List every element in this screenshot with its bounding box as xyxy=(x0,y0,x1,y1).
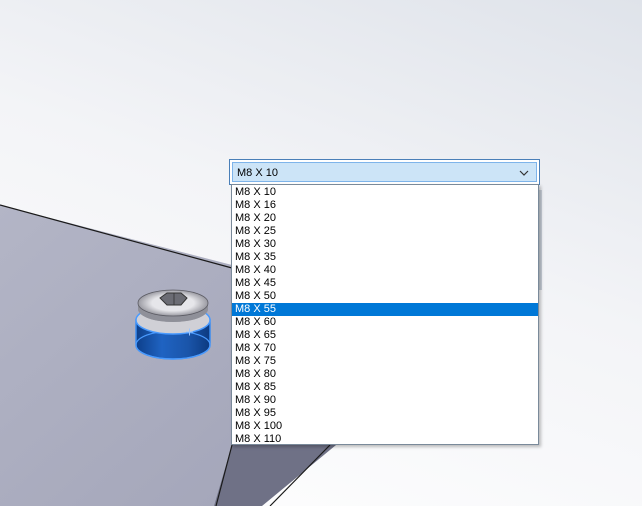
size-dropdown-list[interactable]: M8 X 10 M8 X 16 M8 X 20 M8 X 25 M8 X 30 M8 X … xyxy=(231,184,539,445)
list-item[interactable]: M8 X 35 xyxy=(232,251,538,264)
list-item-selected[interactable]: M8 X 55 xyxy=(232,303,538,316)
size-combobox[interactable]: M8 X 10 xyxy=(229,159,540,185)
list-item[interactable]: M8 X 85 xyxy=(232,381,538,394)
combobox-field[interactable]: M8 X 10 xyxy=(232,162,537,182)
list-item[interactable]: M8 X 95 xyxy=(232,407,538,420)
list-item[interactable]: M8 X 75 xyxy=(232,355,538,368)
graphics-viewport[interactable]: M8 X 10 M8 X 10 M8 X 16 M8 X 20 M8 X 25 M8 X… xyxy=(0,0,642,506)
list-item[interactable]: M8 X 20 xyxy=(232,212,538,225)
list-item[interactable]: M8 X 25 xyxy=(232,225,538,238)
list-item[interactable]: M8 X 100 xyxy=(232,420,538,433)
list-item[interactable]: M8 X 80 xyxy=(232,368,538,381)
list-item[interactable]: M8 X 30 xyxy=(232,238,538,251)
list-item[interactable]: M8 X 40 xyxy=(232,264,538,277)
list-item[interactable]: M8 X 70 xyxy=(232,342,538,355)
plate-side-face xyxy=(214,445,336,506)
list-item[interactable]: M8 X 90 xyxy=(232,394,538,407)
chevron-down-icon[interactable] xyxy=(518,166,530,180)
combobox-value: M8 X 10 xyxy=(237,167,278,179)
list-item[interactable]: M8 X 16 xyxy=(232,199,538,212)
bolt-part[interactable] xyxy=(135,289,211,360)
list-item[interactable]: M8 X 10 xyxy=(232,186,538,199)
list-item[interactable]: M8 X 60 xyxy=(232,316,538,329)
list-item[interactable]: M8 X 50 xyxy=(232,290,538,303)
property-panel-edge xyxy=(539,190,542,290)
list-item[interactable]: M8 X 65 xyxy=(232,329,538,342)
list-item[interactable]: M8 X 110 xyxy=(232,433,538,446)
list-item[interactable]: M8 X 45 xyxy=(232,277,538,290)
